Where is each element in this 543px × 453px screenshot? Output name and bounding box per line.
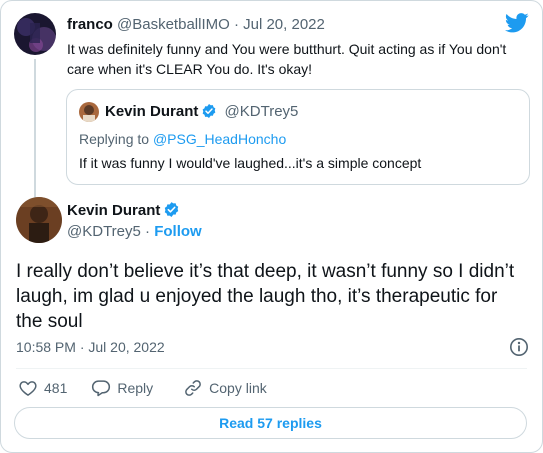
link-icon <box>185 380 202 396</box>
thread-connector-line <box>34 59 36 219</box>
read-replies-button[interactable]: Read 57 replies <box>14 407 527 439</box>
like-button[interactable]: 481 <box>18 378 67 398</box>
follow-button[interactable]: Follow <box>154 223 202 240</box>
quoted-replying-to: Replying to @PSG_HeadHoncho <box>79 130 286 148</box>
reply-label: Reply <box>117 380 154 396</box>
divider <box>16 368 527 369</box>
quoted-author-avatar <box>79 102 99 122</box>
copy-link-button[interactable]: Copy link <box>183 378 267 398</box>
verified-badge-icon <box>165 202 179 217</box>
main-tweet-text: I really don’t believe it’s that deep, i… <box>16 261 515 332</box>
quoted-tweet[interactable]: Kevin Durant @KDTrey5 Replying to @PSG_H… <box>66 89 530 185</box>
main-separator: · <box>145 223 151 240</box>
main-author-handle-row: @KDTrey5 · Follow <box>67 222 202 242</box>
parent-tweet-date[interactable]: Jul 20, 2022 <box>243 16 325 33</box>
main-author-name-row: Kevin Durant <box>67 201 183 221</box>
reply-icon <box>92 380 111 397</box>
tweet-embed-card: franco @BasketballIMO · Jul 20, 2022 It … <box>0 0 543 453</box>
tweet-actions: 481 Reply Copy link <box>18 377 267 399</box>
copy-link-label: Copy link <box>209 380 267 396</box>
twitter-bird-icon[interactable] <box>505 13 529 33</box>
parent-author-name[interactable]: franco <box>67 16 113 33</box>
franco-avatar[interactable] <box>14 13 56 55</box>
heart-icon <box>19 381 37 396</box>
quoted-tweet-text: If it was funny I would've laughed...it'… <box>79 155 422 171</box>
main-tweet-timestamp[interactable]: 10:58 PM · Jul 20, 2022 <box>16 338 165 356</box>
main-author-avatar[interactable] <box>16 197 62 243</box>
quoted-author-name: Kevin Durant <box>105 103 199 120</box>
reply-button[interactable]: Reply <box>91 378 153 398</box>
quoted-tweet-header: Kevin Durant @KDTrey5 <box>105 102 298 122</box>
main-author-name[interactable]: Kevin Durant <box>67 202 160 219</box>
parent-tweet-header: franco @BasketballIMO · Jul 20, 2022 <box>67 15 325 35</box>
quoted-author-handle: @KDTrey5 <box>224 103 299 120</box>
info-icon[interactable] <box>509 337 529 357</box>
parent-tweet-text: It was definitely funny and You were but… <box>67 41 507 77</box>
parent-separator: · <box>233 16 239 33</box>
parent-author-handle[interactable]: @BasketballIMO <box>117 16 230 33</box>
replying-to-handle[interactable]: @PSG_HeadHoncho <box>153 131 286 147</box>
verified-badge-icon <box>203 104 216 118</box>
like-count: 481 <box>44 380 68 396</box>
replying-to-label: Replying to <box>79 131 150 147</box>
main-author-handle[interactable]: @KDTrey5 <box>67 223 141 240</box>
